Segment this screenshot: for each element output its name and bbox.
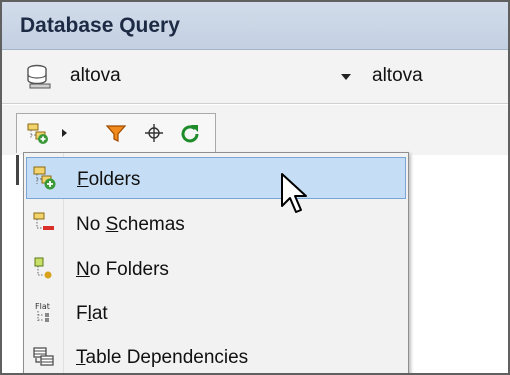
flat-icon: Flat (32, 300, 56, 324)
filter-icon[interactable] (103, 120, 129, 146)
flat-icon-text: Flat (35, 302, 50, 311)
folders-layout-icon[interactable] (25, 120, 51, 146)
database-query-window: Database Query altova altova Folders No … (0, 0, 510, 375)
schema-select[interactable]: altova (372, 65, 423, 87)
menu-item-no-folders[interactable]: No Folders (26, 248, 406, 290)
connection-bar: altova altova (2, 50, 508, 104)
toolbar (2, 105, 508, 155)
menu-item-folders[interactable]: Folders (26, 157, 406, 199)
submenu-arrow-icon[interactable] (62, 129, 67, 137)
refresh-icon[interactable] (177, 120, 203, 146)
title-bar: Database Query (2, 2, 508, 50)
no-folders-icon (32, 256, 56, 280)
chevron-down-icon (341, 74, 351, 80)
toolbar-button-group (16, 113, 216, 153)
crosshair-locate-icon[interactable] (141, 120, 167, 146)
menu-item-label: No Folders (76, 259, 169, 280)
schema-dropdown-button[interactable] (335, 66, 357, 88)
tree-edge (16, 155, 19, 185)
menu-item-no-schemas[interactable]: No Schemas (26, 203, 406, 245)
folders-icon (33, 166, 57, 190)
no-schemas-icon (32, 211, 56, 235)
menu-item-label: Folders (77, 169, 141, 190)
menu-item-label: Table Dependencies (76, 347, 249, 368)
database-icon[interactable] (26, 64, 52, 90)
menu-item-label: No Schemas (76, 214, 185, 235)
arrow-pointer-icon (280, 172, 316, 220)
datasource-name: altova (70, 65, 121, 86)
menu-item-label: Flat (76, 303, 108, 324)
window-title: Database Query (20, 14, 180, 37)
menu-item-table-dependencies[interactable]: Table Dependencies (26, 336, 406, 373)
menu-item-flat[interactable]: Flat Flat (26, 292, 406, 334)
layout-dropdown-menu: Folders No Schemas No Folders Flat Flat … (23, 152, 409, 373)
table-dependencies-icon (32, 344, 56, 368)
